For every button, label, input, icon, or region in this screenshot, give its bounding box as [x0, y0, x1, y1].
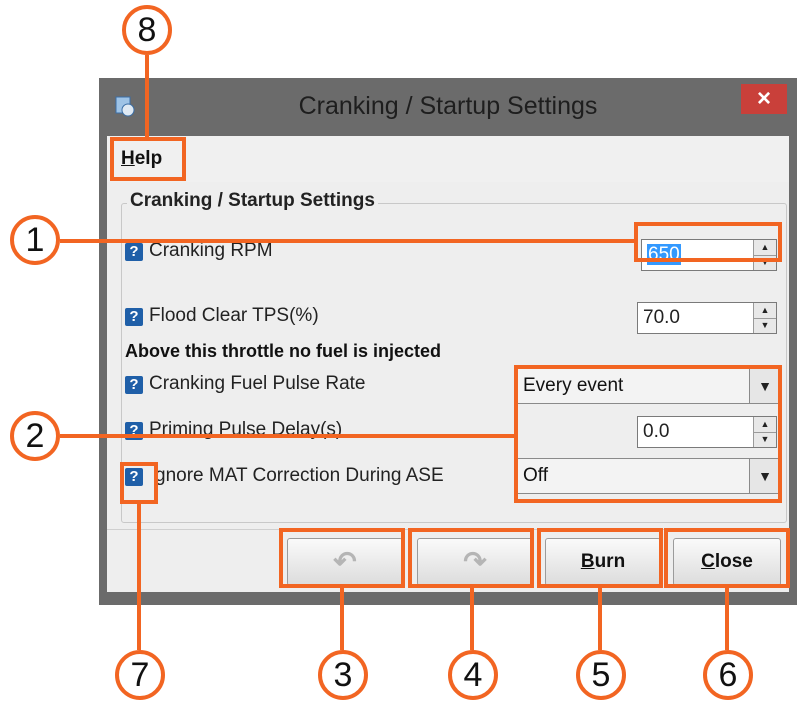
callout-3-box	[279, 528, 405, 588]
callout-8-line	[145, 55, 149, 138]
cranking-rpm-label: Cranking RPM	[149, 240, 273, 261]
callout-5-line	[598, 588, 602, 650]
help-icon[interactable]: ?	[125, 376, 143, 394]
pulse-rate-label: Cranking Fuel Pulse Rate	[149, 373, 366, 394]
menu-bar: Help	[107, 136, 789, 182]
help-icon[interactable]: ?	[125, 308, 143, 326]
callout-8: 8	[122, 5, 172, 55]
settings-dialog: Cranking / Startup Settings × Help Crank…	[99, 78, 797, 605]
callout-5-box	[537, 528, 663, 588]
callout-7-line	[137, 504, 141, 650]
callout-6-box	[664, 528, 790, 588]
callout-5: 5	[576, 650, 626, 700]
triangle-down-icon[interactable]: ▼	[754, 318, 776, 333]
spinner-buttons: ▲ ▼	[753, 303, 776, 333]
callout-2-box	[514, 365, 782, 503]
title-bar[interactable]: Cranking / Startup Settings ×	[99, 78, 797, 134]
callout-2-line	[60, 434, 514, 438]
callout-1: 1	[10, 215, 60, 265]
callout-3: 3	[318, 650, 368, 700]
flood-clear-label: Flood Clear TPS(%)	[149, 305, 319, 326]
callout-7-box	[120, 462, 158, 504]
callout-6: 6	[703, 650, 753, 700]
callout-4: 4	[448, 650, 498, 700]
flood-clear-spinner[interactable]: 70.0 ▲ ▼	[637, 302, 777, 334]
callout-2: 2	[10, 411, 60, 461]
screenshot: Cranking / Startup Settings × Help Crank…	[0, 0, 803, 703]
callout-8-box	[110, 137, 186, 181]
window-close-button[interactable]: ×	[741, 84, 787, 114]
callout-1-box	[634, 222, 782, 262]
callout-6-line	[725, 588, 729, 650]
ignore-mat-label: gnore MAT Correction During ASE	[155, 465, 444, 486]
flood-clear-value: 70.0	[643, 307, 680, 328]
callout-7: 7	[115, 650, 165, 700]
flood-clear-note: Above this throttle no fuel is injected	[125, 341, 442, 361]
callout-4-box	[408, 528, 534, 588]
group-title: Cranking / Startup Settings	[127, 190, 378, 212]
callout-4-line	[470, 588, 474, 650]
callout-3-line	[340, 588, 344, 650]
triangle-up-icon[interactable]: ▲	[754, 303, 776, 319]
window-title: Cranking / Startup Settings	[298, 92, 598, 120]
callout-1-line	[60, 239, 634, 243]
help-icon[interactable]: ?	[125, 243, 143, 261]
